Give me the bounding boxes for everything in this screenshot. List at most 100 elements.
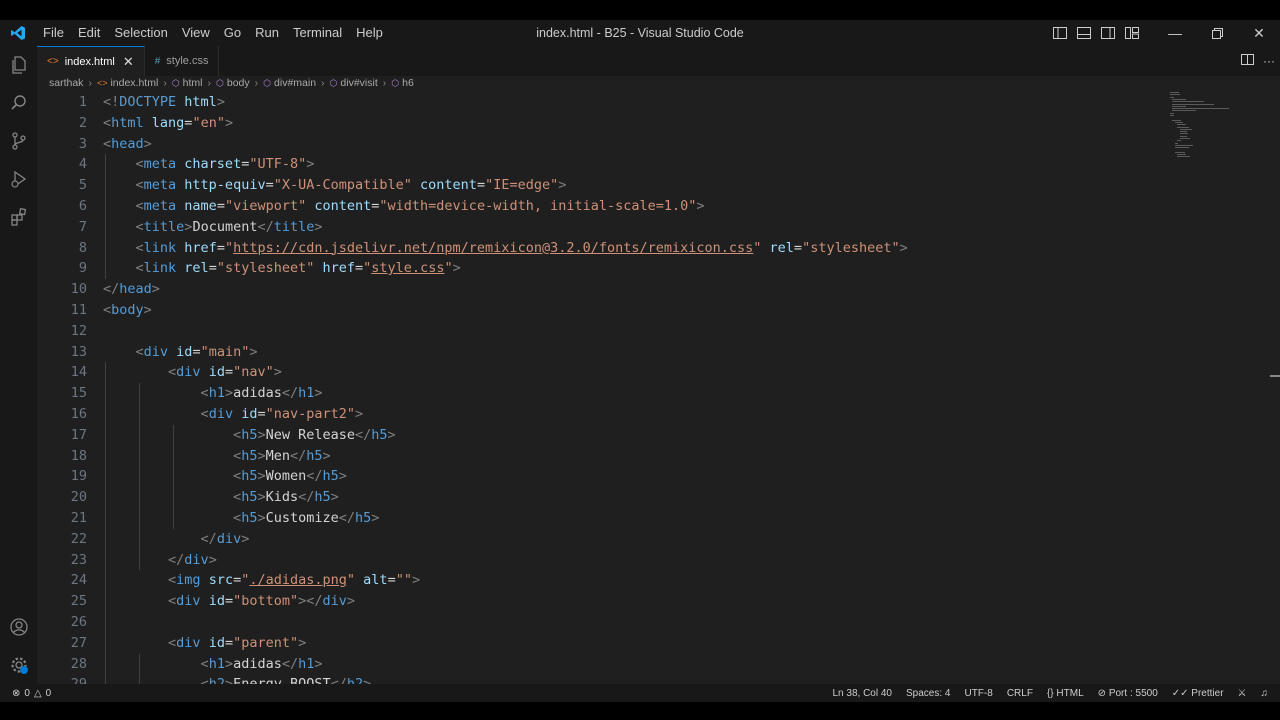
tab-index-html[interactable]: <> index.html ✕: [37, 46, 145, 76]
code-line[interactable]: <body>: [103, 300, 908, 321]
minimap-line: [1174, 121, 1184, 123]
code-line[interactable]: <div id="parent">: [103, 633, 908, 654]
indentation[interactable]: Spaces: 4: [906, 688, 950, 699]
feedback-icon[interactable]: ⚔: [1238, 688, 1247, 699]
code-line[interactable]: [103, 612, 908, 633]
menu-view[interactable]: View: [175, 20, 217, 46]
menu-terminal[interactable]: Terminal: [286, 20, 349, 46]
code-token: >: [363, 676, 371, 684]
code-token: div: [322, 593, 347, 610]
breadcrumb-item[interactable]: h6: [402, 77, 414, 89]
toggle-primary-sidebar-icon[interactable]: [1048, 20, 1072, 46]
code-line[interactable]: <h5>Women</h5>: [103, 466, 908, 487]
code-editor[interactable]: 1 2 3 4 5 6 7 8 9 10 11 12 13 14 15 16 17 18 19 20 21 22 23 24 2…: [37, 92, 1280, 684]
code-line[interactable]: <meta charset="UTF-8">: [103, 154, 908, 175]
code-line[interactable]: <h5>Kids</h5>: [103, 487, 908, 508]
code-line[interactable]: <!DOCTYPE html>: [103, 92, 908, 113]
live-server-port[interactable]: ⊘ Port : 5500: [1098, 688, 1158, 699]
code-token: Energy BOOST: [233, 676, 331, 684]
code-line[interactable]: <img src="./adidas.png" alt="">: [103, 570, 908, 591]
code-token: href: [322, 260, 356, 277]
menu-file[interactable]: File: [36, 20, 71, 46]
accounts-icon[interactable]: [0, 608, 37, 646]
code-token: body: [111, 301, 144, 318]
run-debug-icon[interactable]: [0, 160, 37, 198]
code-line[interactable]: <h5>Men</h5>: [103, 446, 908, 467]
code-line[interactable]: <link rel="stylesheet" href="style.css">: [103, 258, 908, 279]
code-line[interactable]: <h5>New Release</h5>: [103, 425, 908, 446]
code-token: h5: [314, 489, 331, 506]
code-line[interactable]: <h2>Energy BOOST</h2>: [103, 674, 908, 684]
breadcrumb-item[interactable]: body: [227, 77, 250, 89]
code-line[interactable]: <html lang="en">: [103, 113, 908, 134]
code-content[interactable]: <!DOCTYPE html> <html lang="en"> <head> <m…: [103, 92, 908, 684]
extensions-icon[interactable]: [0, 198, 37, 236]
cursor-position[interactable]: Ln 38, Col 40: [833, 688, 893, 699]
code-token: h5: [371, 426, 388, 443]
code-line[interactable]: <div id="nav-part2">: [103, 404, 908, 425]
minimap-line: [1172, 119, 1182, 121]
code-line[interactable]: </head>: [103, 279, 908, 300]
code-line[interactable]: <h1>adidas</h1>: [103, 383, 908, 404]
code-token: >: [338, 468, 347, 485]
prettier-status[interactable]: ✓✓ Prettier: [1172, 688, 1224, 699]
breadcrumb-item[interactable]: div#visit: [340, 77, 377, 89]
search-icon[interactable]: [0, 84, 37, 122]
source-control-icon[interactable]: [0, 122, 37, 160]
encoding[interactable]: UTF-8: [964, 688, 992, 699]
code-line[interactable]: </div>: [103, 529, 908, 550]
notifications-bell-icon[interactable]: ♫: [1261, 688, 1269, 699]
more-actions-icon[interactable]: ···: [1258, 54, 1280, 68]
code-line[interactable]: <div id="bottom"></div>: [103, 591, 908, 612]
end-of-line[interactable]: CRLF: [1007, 688, 1033, 699]
prettier-label: Prettier: [1191, 687, 1224, 699]
toggle-secondary-sidebar-icon[interactable]: [1096, 20, 1120, 46]
problems-status[interactable]: ⊗ 0 △ 0: [0, 688, 51, 699]
restore-icon[interactable]: [1196, 20, 1238, 46]
code-line[interactable]: <meta http-equiv="X-UA-Compatible" conte…: [103, 175, 908, 196]
code-line[interactable]: <h5>Customize</h5>: [103, 508, 908, 529]
code-token: >: [273, 364, 282, 381]
breadcrumb-item[interactable]: div#main: [274, 77, 316, 89]
menu-help[interactable]: Help: [349, 20, 390, 46]
code-line[interactable]: <link href="https://cdn.jsdelivr.net/npm…: [103, 238, 908, 259]
minimap[interactable]: [1170, 92, 1260, 172]
scrollbar-indicator[interactable]: [1270, 375, 1280, 377]
code-token: >: [151, 281, 160, 298]
breadcrumb-item[interactable]: index.html: [110, 77, 158, 89]
code-line[interactable]: <head>: [103, 134, 908, 155]
code-line[interactable]: </div>: [103, 550, 908, 571]
breadcrumb-item[interactable]: html: [183, 77, 203, 89]
code-line[interactable]: [103, 321, 908, 342]
explorer-icon[interactable]: [0, 46, 37, 84]
code-token: <: [135, 156, 144, 173]
menu-run[interactable]: Run: [248, 20, 286, 46]
menu-go[interactable]: Go: [217, 20, 248, 46]
customize-layout-icon[interactable]: [1120, 20, 1144, 46]
menu-edit[interactable]: Edit: [71, 20, 107, 46]
toggle-panel-icon[interactable]: [1072, 20, 1096, 46]
minimize-icon[interactable]: —: [1154, 20, 1196, 46]
code-token: <: [168, 364, 177, 381]
close-tab-icon[interactable]: ✕: [123, 54, 134, 70]
line-number: 14: [70, 364, 87, 381]
breadcrumb-item[interactable]: sarthak: [49, 77, 83, 89]
close-window-icon[interactable]: ✕: [1238, 20, 1280, 46]
menu-selection[interactable]: Selection: [107, 20, 174, 46]
tab-style-css[interactable]: # style.css: [145, 46, 220, 76]
code-line[interactable]: <title>Document</title>: [103, 217, 908, 238]
code-token: "parent": [233, 634, 299, 651]
code-line[interactable]: <meta name="viewport" content="width=dev…: [103, 196, 908, 217]
code-line[interactable]: <div id="main">: [103, 342, 908, 363]
code-token: <: [135, 177, 144, 194]
manage-gear-icon[interactable]: [0, 646, 37, 684]
code-token: <: [135, 218, 144, 235]
code-token: img: [176, 572, 209, 589]
language-mode[interactable]: {} HTML: [1047, 688, 1084, 699]
code-token: div: [216, 530, 242, 547]
code-line[interactable]: <h1>adidas</h1>: [103, 654, 908, 675]
split-editor-icon[interactable]: [1236, 54, 1258, 68]
code-line[interactable]: <div id="nav">: [103, 362, 908, 383]
